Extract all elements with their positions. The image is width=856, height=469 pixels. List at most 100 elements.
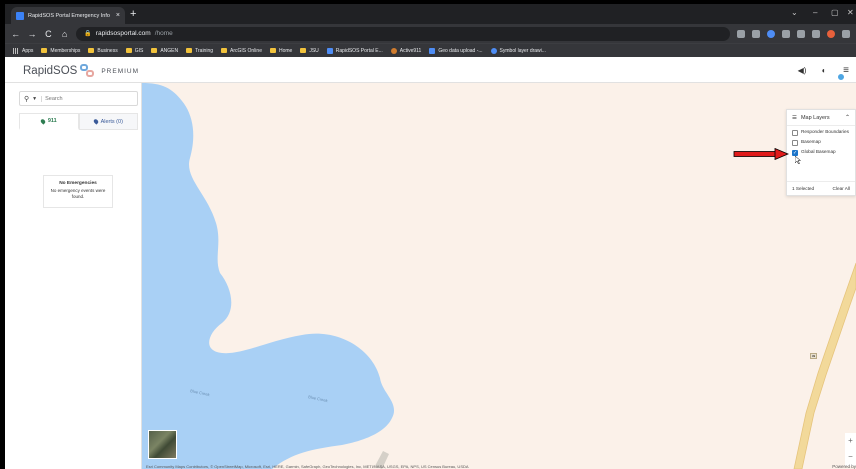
bookmark-memberships[interactable]: Memberships — [41, 48, 80, 54]
bookmark-label: Home — [278, 47, 293, 54]
bookmark-training[interactable]: Training — [186, 48, 213, 54]
basemap-svg: Blue Creek Blue Creek — [142, 83, 856, 469]
new-tab-icon[interactable]: + — [130, 8, 136, 20]
layer-label: Global Basemap — [801, 149, 836, 154]
minimize-icon[interactable]: – — [813, 8, 817, 17]
layer-item-responder-boundaries[interactable]: Responder Boundaries — [787, 129, 855, 136]
share-icon[interactable] — [737, 29, 746, 38]
selected-count: 1 Selected — [792, 186, 815, 191]
reload-icon[interactable]: C — [44, 29, 53, 39]
bookmark-gis[interactable]: GIS — [125, 47, 144, 54]
map-layers-header[interactable]: ☰ Map Layers ⌃ — [787, 110, 855, 126]
folder-icon — [88, 48, 95, 53]
rapidsos-logo-icon — [80, 64, 96, 78]
theme-toggle-icon[interactable]: ◐ — [817, 64, 831, 78]
tab-label: 911 — [47, 118, 57, 124]
sidebar: ⚲ ▼ 911 Alerts (0) No Emergencies No eme… — [5, 83, 142, 469]
chevron-up-icon[interactable]: ⌃ — [845, 114, 850, 121]
bookmark-jsu[interactable]: JSU — [300, 47, 319, 54]
bookmark-home[interactable]: Home — [269, 47, 293, 54]
close-tab-icon[interactable]: × — [116, 12, 120, 19]
sidepanel-icon[interactable] — [812, 29, 821, 38]
puzzle-icon[interactable] — [782, 29, 791, 38]
layer-label: Basemap — [801, 139, 821, 144]
powered-by[interactable]: Powered by — [832, 464, 856, 469]
geo-data-icon — [429, 47, 436, 54]
bookmark-symbol-layer[interactable]: Symbol layer drawi... — [490, 47, 546, 54]
folder-icon — [125, 48, 132, 53]
bookmark-angen[interactable]: ANGEN — [151, 48, 178, 54]
tab-search-icon[interactable]: ⌄ — [791, 8, 798, 17]
bookmark-rapidsos[interactable]: RapidSOS Portal E... — [326, 47, 383, 54]
google-icon[interactable] — [797, 29, 806, 38]
map-layers-title: Map Layers — [800, 114, 830, 121]
home-icon[interactable]: ⌂ — [60, 29, 69, 39]
audio-icon[interactable]: ◀) — [795, 64, 809, 78]
bookmark-star-icon[interactable] — [752, 29, 761, 38]
apps-grid-icon — [13, 47, 19, 54]
kebab-menu-icon[interactable] — [842, 29, 851, 38]
chevron-down-icon[interactable]: ▼ — [32, 95, 43, 102]
sidebar-tabs: 911 Alerts (0) — [19, 113, 138, 130]
lock-icon: 🔒 — [84, 31, 92, 37]
tab-label: Alerts (0) — [100, 118, 123, 125]
bookmark-label: JSU — [309, 47, 319, 54]
empty-state-body: No emergency events were found. — [50, 187, 106, 199]
url-host: rapidsosportal.com — [95, 30, 151, 37]
forward-icon[interactable]: → — [27, 29, 36, 39]
tab-alerts[interactable]: Alerts (0) — [78, 113, 138, 130]
empty-state: No Emergencies No emergency events were … — [43, 175, 113, 208]
search-input[interactable] — [45, 95, 126, 102]
rapidsos-favicon-icon — [326, 47, 333, 54]
url-path: /home — [154, 30, 173, 37]
location-pin-icon — [39, 117, 46, 125]
water-body — [142, 83, 395, 469]
location-pin-icon — [92, 118, 99, 125]
road-shield: 49 — [810, 353, 817, 359]
layer-item-global-basemap[interactable]: ✓ Global Basemap — [787, 149, 855, 156]
profile-avatar-icon[interactable] — [827, 29, 836, 38]
folder-icon — [300, 48, 307, 53]
back-icon[interactable]: ← — [11, 29, 20, 39]
bookmark-label: ANGEN — [160, 47, 179, 54]
tab-911[interactable]: 911 — [19, 113, 79, 130]
bookmark-label: GIS — [134, 47, 144, 54]
bookmark-label: Training — [195, 47, 214, 54]
zoom-out-button[interactable]: − — [845, 449, 856, 465]
bookmark-apps[interactable]: Apps — [13, 47, 33, 54]
layer-checkbox[interactable] — [792, 130, 798, 136]
notification-badge — [837, 73, 845, 81]
basemap-toggle-thumbnail[interactable] — [148, 430, 177, 459]
bookmark-geo-data[interactable]: Geo data upload -... — [429, 47, 483, 54]
bookmark-label: RapidSOS Portal E... — [335, 47, 383, 54]
folder-icon — [41, 48, 48, 53]
layer-label: Responder Boundaries — [801, 129, 849, 134]
bookmark-label: Memberships — [50, 47, 81, 54]
map-attribution: Esri Community Maps Contributors, © Open… — [146, 464, 469, 469]
bookmark-active911[interactable]: Active911 — [390, 47, 422, 54]
brand-name: RapidSOS — [23, 65, 78, 77]
bookmark-label: ArcGIS Online — [230, 47, 262, 54]
folder-icon — [151, 48, 158, 53]
bookmark-business[interactable]: Business — [88, 48, 118, 54]
layer-checkbox[interactable] — [792, 140, 798, 146]
map-layers-panel: ☰ Map Layers ⌃ Responder Boundaries Base… — [786, 109, 856, 196]
search-box[interactable]: ⚲ ▼ — [19, 91, 138, 106]
bookmark-label: Geo data upload -... — [438, 47, 483, 54]
maximize-icon[interactable]: ▢ — [831, 8, 839, 17]
clear-all-button[interactable]: Clear All — [833, 186, 850, 191]
extension-icon[interactable] — [767, 29, 776, 38]
browser-window: RapidSOS Portal Emergency Info × + ⌄ – ▢… — [5, 4, 856, 469]
address-bar[interactable]: 🔒 rapidsosportal.com/home — [76, 26, 731, 41]
bookmark-arcgis-online[interactable]: ArcGIS Online — [221, 48, 262, 54]
browser-toolbar: ← → C ⌂ 🔒 rapidsosportal.com/home — [5, 24, 856, 43]
bookmark-label: Active911 — [399, 47, 422, 54]
close-window-icon[interactable]: ✕ — [847, 8, 854, 17]
folder-icon — [269, 48, 276, 53]
layers-footer: 1 Selected Clear All — [787, 181, 855, 195]
rapidsos-logo: RapidSOS PREMIUM — [23, 64, 139, 78]
layer-item-basemap[interactable]: Basemap — [787, 139, 855, 146]
zoom-in-button[interactable]: + — [845, 433, 856, 449]
browser-tab[interactable]: RapidSOS Portal Emergency Info × — [11, 7, 125, 24]
map-canvas[interactable]: Blue Creek Blue Creek 49 + − Esri Commun… — [142, 83, 856, 469]
